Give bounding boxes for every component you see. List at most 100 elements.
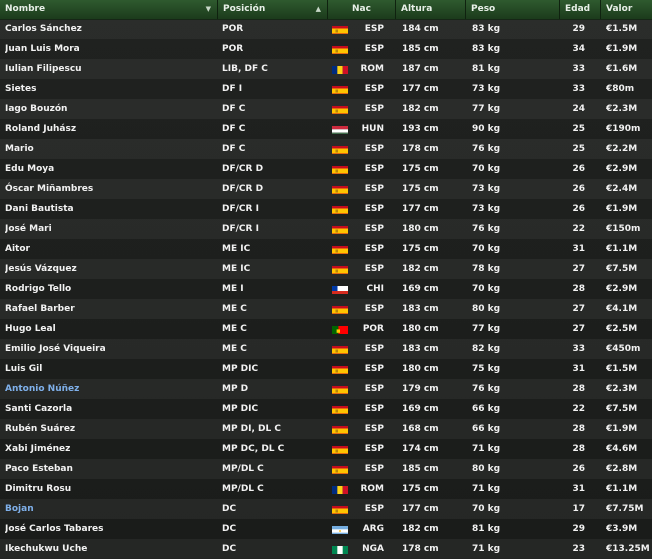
table-row[interactable]: Dani Bautista DF/CR I ESP 177 cm 73 kg 26 €1.9… <box>0 199 652 219</box>
table-row[interactable]: Jesús Vázquez ME IC ESP 182 cm 78 kg 27 €7.5M <box>0 259 652 279</box>
player-nationality[interactable]: ESP <box>346 239 384 259</box>
player-name[interactable]: Paco Esteban <box>5 459 215 479</box>
player-value: €1.9M <box>606 424 638 434</box>
player-weight: 73 kg <box>472 204 501 214</box>
table-row[interactable]: Sietes DF I ESP 177 cm 73 kg 33 €80m <box>0 79 652 99</box>
player-weight: 66 kg <box>472 404 501 414</box>
player-name[interactable]: Iulian Filipescu <box>5 59 215 79</box>
column-header-nombre[interactable]: Nombre ▼ <box>0 0 218 19</box>
player-name[interactable]: Emilio José Viqueira <box>5 339 215 359</box>
player-name[interactable]: José Carlos Tabares <box>5 519 215 539</box>
table-row[interactable]: Xabi Jiménez MP DC, DL C ESP 174 cm 71 kg 28 €… <box>0 439 652 459</box>
player-nationality[interactable]: CHI <box>346 279 385 299</box>
player-name[interactable]: Rubén Suárez <box>5 419 215 439</box>
player-name[interactable]: Santi Cazorla <box>5 399 215 419</box>
player-name[interactable]: Rodrigo Tello <box>5 279 215 299</box>
table-row[interactable]: Iago Bouzón DF C ESP 182 cm 77 kg 24 €2.3M <box>0 99 652 119</box>
table-row[interactable]: Carlos Sánchez POR ESP 184 cm 83 kg 29 €1.5M <box>0 19 652 39</box>
column-header-posicion[interactable]: Posición ▲ <box>218 0 328 19</box>
table-row[interactable]: Rafael Barber ME C ESP 183 cm 80 kg 27 €4.1M <box>0 299 652 319</box>
table-row[interactable]: Aitor ME IC ESP 175 cm 70 kg 31 €1.1M <box>0 239 652 259</box>
player-value: €4.6M <box>606 444 638 454</box>
player-name[interactable]: Edu Moya <box>5 159 215 179</box>
table-row[interactable]: Roland Juhász DF C HUN 193 cm 90 kg 25 €190m <box>0 119 652 139</box>
player-nationality[interactable]: ARG <box>346 519 384 539</box>
player-name[interactable]: Mario <box>5 139 215 159</box>
player-name[interactable]: Juan Luis Mora <box>5 39 215 59</box>
player-name[interactable]: Dimitru Rosu <box>5 479 215 499</box>
player-nationality[interactable]: ESP <box>346 499 384 519</box>
player-position: DF/CR I <box>222 224 259 234</box>
player-nationality[interactable]: ESP <box>346 179 384 199</box>
player-nationality[interactable]: ESP <box>346 419 384 439</box>
table-row[interactable]: José Mari DF/CR I ESP 180 cm 76 kg 22 €150m <box>0 219 652 239</box>
player-nationality[interactable]: ESP <box>346 259 384 279</box>
player-name[interactable]: Iago Bouzón <box>5 99 215 119</box>
player-nationality[interactable]: ESP <box>346 199 384 219</box>
table-row[interactable]: Rubén Suárez MP DI, DL C ESP 168 cm 66 kg 28 €… <box>0 419 652 439</box>
table-row[interactable]: José Carlos Tabares DC ARG 182 cm 81 kg 29 €3.… <box>0 519 652 539</box>
player-nationality[interactable]: HUN <box>346 119 384 139</box>
table-row[interactable]: Antonio Núñez MP D ESP 179 cm 76 kg 28 €2.3M <box>0 379 652 399</box>
table-row[interactable]: Luis Gil MP DIC ESP 180 cm 75 kg 31 €1.5M <box>0 359 652 379</box>
player-name[interactable]: Xabi Jiménez <box>5 439 215 459</box>
player-age: 27 <box>572 324 585 334</box>
player-name[interactable]: Roland Juhász <box>5 119 215 139</box>
player-position: LIB, DF C <box>222 64 268 74</box>
column-header-peso[interactable]: Peso <box>466 0 560 19</box>
player-name[interactable]: Aitor <box>5 239 215 259</box>
player-name[interactable]: Antonio Núñez <box>5 379 215 399</box>
column-header-valor[interactable]: Valor <box>601 0 652 19</box>
table-row[interactable]: Óscar Miñambres DF/CR D ESP 175 cm 73 kg 26 €2… <box>0 179 652 199</box>
player-nationality[interactable]: ESP <box>346 399 384 419</box>
player-name[interactable]: Dani Bautista <box>5 199 215 219</box>
player-nationality[interactable]: ESP <box>346 99 384 119</box>
player-name[interactable]: Ikechukwu Uche <box>5 539 215 559</box>
column-header-altura[interactable]: Altura <box>396 0 466 19</box>
player-nationality[interactable]: ESP <box>346 219 384 239</box>
player-name[interactable]: Bojan <box>5 499 215 519</box>
table-row[interactable]: Juan Luis Mora POR ESP 185 cm 83 kg 34 €1.9M <box>0 39 652 59</box>
column-header-edad[interactable]: Edad <box>560 0 601 19</box>
table-row[interactable]: Paco Esteban MP/DL C ESP 185 cm 80 kg 26 €2.8M <box>0 459 652 479</box>
player-name[interactable]: Rafael Barber <box>5 299 215 319</box>
player-nationality[interactable]: ESP <box>346 19 384 39</box>
player-nationality[interactable]: ESP <box>346 39 384 59</box>
table-row[interactable]: Mario DF C ESP 178 cm 76 kg 25 €2.2M <box>0 139 652 159</box>
player-nationality[interactable]: ESP <box>346 139 384 159</box>
player-nationality[interactable]: ESP <box>346 459 384 479</box>
player-name[interactable]: José Mari <box>5 219 215 239</box>
table-row[interactable]: Edu Moya DF/CR D ESP 175 cm 70 kg 26 €2.9M <box>0 159 652 179</box>
player-nationality[interactable]: NGA <box>346 539 384 559</box>
player-nationality[interactable]: ROM <box>346 59 384 79</box>
table-row[interactable]: Iulian Filipescu LIB, DF C ROM 187 cm 81 kg 3… <box>0 59 652 79</box>
player-nationality[interactable]: ESP <box>346 379 384 399</box>
table-row[interactable]: Rodrigo Tello ME I CHI 169 cm 70 kg 28 €2.9M <box>0 279 652 299</box>
player-nationality[interactable]: ESP <box>346 359 384 379</box>
player-nationality[interactable]: POR <box>346 319 384 339</box>
player-name[interactable]: Luis Gil <box>5 359 215 379</box>
player-name[interactable]: Jesús Vázquez <box>5 259 215 279</box>
player-nationality[interactable]: ESP <box>346 79 384 99</box>
player-nationality[interactable]: ROM <box>346 479 384 499</box>
table-row[interactable]: Bojan DC ESP 177 cm 70 kg 17 €7.75M <box>0 499 652 519</box>
player-name[interactable]: Óscar Miñambres <box>5 179 215 199</box>
table-row[interactable]: Ikechukwu Uche DC NGA 178 cm 71 kg 23 €13.25M <box>0 539 652 559</box>
player-position: DF C <box>222 144 246 154</box>
table-row[interactable]: Dimitru Rosu MP/DL C ROM 175 cm 71 kg 31 €1.1M <box>0 479 652 499</box>
player-name[interactable]: Hugo Leal <box>5 319 215 339</box>
player-name[interactable]: Sietes <box>5 79 215 99</box>
table-row[interactable]: Santi Cazorla MP DIC ESP 169 cm 66 kg 22 €7.5M <box>0 399 652 419</box>
player-height: 175 cm <box>402 484 439 494</box>
player-age: 26 <box>572 204 585 214</box>
column-header-nac[interactable]: Nac <box>328 0 396 19</box>
player-nationality[interactable]: ESP <box>346 299 384 319</box>
table-row[interactable]: Hugo Leal ME C POR 180 cm 77 kg 27 €2.5M <box>0 319 652 339</box>
sort-ascending-icon[interactable]: ▲ <box>316 0 321 19</box>
player-name[interactable]: Carlos Sánchez <box>5 19 215 39</box>
player-nationality[interactable]: ESP <box>346 339 384 359</box>
player-nationality[interactable]: ESP <box>346 159 384 179</box>
chevron-down-icon[interactable]: ▼ <box>206 0 211 19</box>
table-row[interactable]: Emilio José Viqueira ME C ESP 183 cm 82 kg 33… <box>0 339 652 359</box>
player-nationality[interactable]: ESP <box>346 439 384 459</box>
